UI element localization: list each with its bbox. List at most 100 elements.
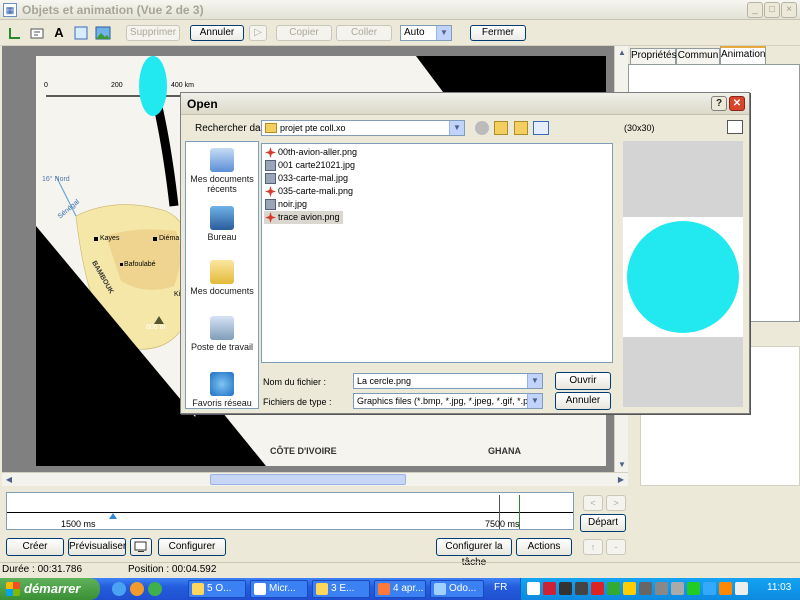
status-position: Position : 00:04.592 <box>128 564 217 575</box>
view-menu-icon[interactable] <box>533 121 549 135</box>
quicklaunch-icon[interactable] <box>148 582 162 596</box>
tray-icon[interactable] <box>527 582 540 595</box>
select-tool-icon[interactable] <box>6 24 24 42</box>
clock[interactable]: 11:03 <box>767 582 791 593</box>
quicklaunch-icon[interactable] <box>130 582 144 596</box>
image-tool-icon[interactable] <box>94 24 112 42</box>
dialog-cancel-button[interactable]: Annuler <box>555 392 611 410</box>
tab-proprietes[interactable]: Propriétés <box>630 48 677 64</box>
open-button[interactable]: Ouvrir <box>555 372 611 390</box>
move-down-button[interactable]: - <box>606 539 626 555</box>
timeline-next-button[interactable]: > <box>606 495 626 511</box>
configure-button[interactable]: Configurer <box>158 538 226 556</box>
maximize-button[interactable]: □ <box>764 2 780 18</box>
object-tool-icon[interactable] <box>28 24 46 42</box>
up-folder-icon[interactable] <box>494 121 508 135</box>
tray-icon[interactable] <box>543 582 556 595</box>
task-button[interactable]: 4 apr... <box>374 580 426 598</box>
actions-button[interactable]: Actions <box>516 538 572 556</box>
redo-button[interactable]: ▷ <box>249 25 267 41</box>
scroll-up-icon[interactable]: ▲ <box>615 46 629 60</box>
tray-icon[interactable] <box>639 582 652 595</box>
dialog-titlebar: Open ? ✕ <box>181 93 749 115</box>
place-network[interactable]: Favoris réseau <box>186 372 258 408</box>
dialog-title: Open <box>187 97 218 111</box>
scroll-left-icon[interactable]: ◀ <box>2 473 16 487</box>
png-icon <box>265 147 276 158</box>
tray-icon[interactable] <box>671 582 684 595</box>
tray-icon[interactable] <box>703 582 716 595</box>
close-view-button[interactable]: Fermer <box>470 25 526 41</box>
task-button[interactable]: 3 E... <box>312 580 370 598</box>
move-up-button[interactable]: ↑ <box>583 539 603 555</box>
place-my-documents[interactable]: Mes documents <box>186 260 258 296</box>
depart-button[interactable]: Départ <box>580 514 626 532</box>
tab-animation[interactable]: Animation <box>720 46 766 64</box>
delete-button[interactable]: Supprimer <box>126 25 180 41</box>
dialog-close-button[interactable]: ✕ <box>729 96 745 111</box>
language-indicator[interactable]: FR <box>494 582 507 593</box>
tray-icon[interactable] <box>687 582 700 595</box>
file-item[interactable]: 001 carte21021.jpg <box>264 159 355 172</box>
tray-icon[interactable] <box>719 582 732 595</box>
copy-button[interactable]: Copier <box>276 25 332 41</box>
tray-icon[interactable] <box>655 582 668 595</box>
file-item[interactable]: 00th-avion-aller.png <box>264 146 357 159</box>
preview-size: (30x30) <box>624 123 655 133</box>
file-name: noir.jpg <box>278 199 308 209</box>
task-button[interactable]: Micr... <box>250 580 308 598</box>
file-item-selected[interactable]: trace avion.png <box>264 211 343 224</box>
minimize-button[interactable]: _ <box>747 2 763 18</box>
place-desktop[interactable]: Bureau <box>186 206 258 242</box>
warning-icon[interactable] <box>623 582 636 595</box>
look-in-value: projet pte coll.xo <box>280 123 346 133</box>
keyframe-icon[interactable] <box>109 513 117 519</box>
tray-icon[interactable] <box>591 582 604 595</box>
quicklaunch-icon[interactable] <box>112 582 126 596</box>
back-icon[interactable] <box>475 121 489 135</box>
look-in-combo[interactable]: projet pte coll.xo ▼ <box>261 120 465 136</box>
new-folder-icon[interactable] <box>514 121 528 135</box>
close-button[interactable]: × <box>781 2 797 18</box>
place-my-computer[interactable]: Poste de travail <box>186 316 258 352</box>
file-item[interactable]: 033-carte-mal.jpg <box>264 172 348 185</box>
file-list[interactable]: 00th-avion-aller.png 001 carte21021.jpg … <box>261 143 613 363</box>
configure-task-button[interactable]: Configurer la tâche <box>436 538 512 568</box>
map-label-diema: Diéma <box>159 235 180 242</box>
jpg-icon <box>265 160 276 171</box>
volume-icon[interactable] <box>735 582 748 595</box>
timeline-prev-button[interactable]: < <box>583 495 603 511</box>
file-item[interactable]: 035-carte-mali.png <box>264 185 353 198</box>
scroll-right-icon[interactable]: ▶ <box>614 473 628 487</box>
horizontal-scroll-thumb[interactable] <box>210 474 406 485</box>
filetype-select[interactable]: Graphics files (*.bmp, *.jpg, *.jpeg, *.… <box>353 393 543 409</box>
undo-button[interactable]: Annuler <box>190 25 244 41</box>
zoom-select[interactable]: Auto ▼ <box>400 25 452 41</box>
tray-icon[interactable] <box>607 582 620 595</box>
my-computer-icon <box>210 316 234 340</box>
map-label-bafoulabe: Bafoulabé <box>124 261 156 268</box>
task-icon <box>434 583 446 595</box>
filename-input[interactable]: La cercle.png ▼ <box>353 373 543 389</box>
start-button[interactable]: démarrer <box>0 578 100 600</box>
file-item[interactable]: noir.jpg <box>264 198 307 211</box>
preview-toggle-icon[interactable] <box>727 120 743 134</box>
create-button[interactable]: Créer <box>6 538 64 556</box>
place-recent[interactable]: Mes documents récents <box>186 148 258 194</box>
screen-icon[interactable] <box>130 538 152 556</box>
rectangle-tool-icon[interactable] <box>72 24 90 42</box>
tab-commun[interactable]: Commun <box>676 48 720 64</box>
preview-button[interactable]: Prévisualiser <box>68 538 126 556</box>
animation-timeline[interactable]: 1500 ms 7500 ms <box>6 492 574 530</box>
tray-icon[interactable] <box>559 582 572 595</box>
help-button[interactable]: ? <box>711 96 727 111</box>
place-desktop-label: Bureau <box>207 232 237 242</box>
tray-icon[interactable] <box>575 582 588 595</box>
text-tool-icon[interactable]: A <box>50 24 68 42</box>
paste-button[interactable]: Coller <box>336 25 392 41</box>
task-button[interactable]: 5 O... <box>188 580 246 598</box>
scroll-down-icon[interactable]: ▼ <box>615 458 629 472</box>
task-button[interactable]: Odo... <box>430 580 484 598</box>
horizontal-scrollbar[interactable]: ◀ ▶ <box>2 472 628 486</box>
scale-label-0: 0 <box>44 82 48 89</box>
